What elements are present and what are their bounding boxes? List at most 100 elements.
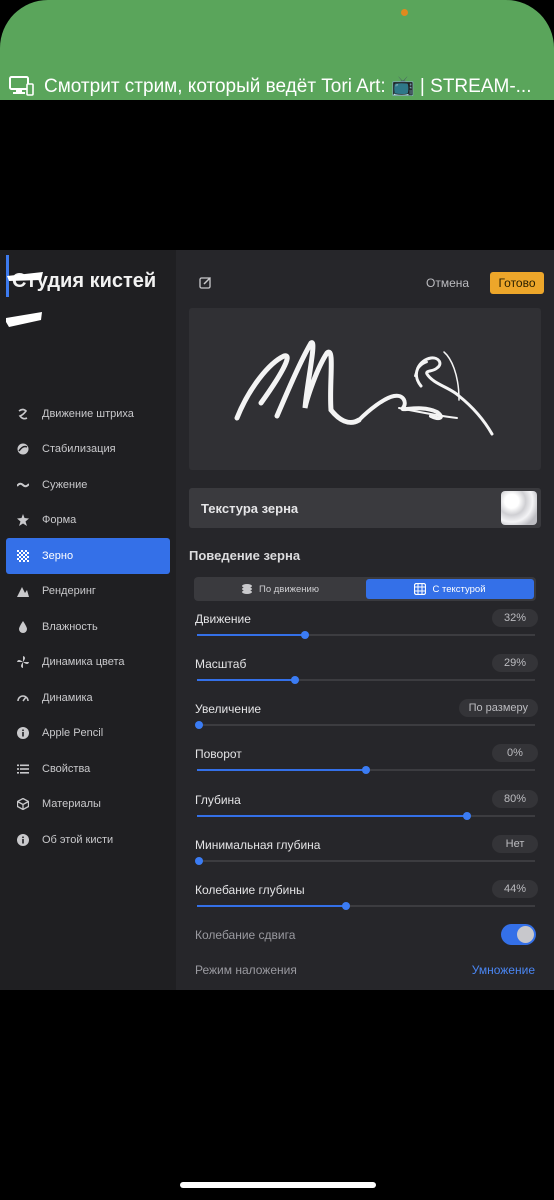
sidebar-item-label: Динамика bbox=[42, 691, 93, 704]
sidebar-item-label: Зерно bbox=[42, 549, 74, 562]
screen-share-icon bbox=[9, 76, 34, 96]
blend-mode-label: Режим наложения bbox=[195, 963, 297, 977]
param-value[interactable]: 44% bbox=[492, 880, 538, 898]
grain-texture-label: Текстура зерна bbox=[201, 501, 299, 516]
sidebar-item-label: Стабилизация bbox=[42, 443, 116, 456]
toggle-knob bbox=[517, 926, 534, 943]
param-label: Движение bbox=[195, 612, 251, 626]
segment-textured-label: С текстурой bbox=[432, 583, 486, 595]
done-button[interactable]: Готово bbox=[490, 272, 544, 294]
sidebar-item-stroke-path[interactable]: Движение штриха bbox=[6, 396, 170, 432]
segment-textured[interactable]: С текстурой bbox=[366, 579, 534, 599]
sidebar-item-label: Рендеринг bbox=[42, 585, 96, 598]
white-scribble bbox=[6, 312, 42, 327]
param-slider-knob[interactable] bbox=[301, 631, 310, 639]
home-indicator[interactable] bbox=[180, 1182, 376, 1188]
param-slider-track[interactable] bbox=[195, 721, 535, 729]
sidebar-item-apple-pencil[interactable]: Apple Pencil bbox=[6, 716, 170, 752]
white-scribble bbox=[7, 272, 43, 281]
param-value[interactable]: 29% bbox=[492, 654, 538, 672]
blend-mode-value[interactable]: Умножение bbox=[472, 963, 535, 977]
param-value[interactable]: По размеру bbox=[458, 699, 538, 717]
taper-icon bbox=[17, 482, 29, 488]
param-label: Глубина bbox=[195, 793, 241, 807]
sidebar-item-shape[interactable]: Форма bbox=[6, 503, 170, 539]
param-slider-fill bbox=[197, 905, 346, 907]
sidebar-item-properties[interactable]: Свойства bbox=[6, 751, 170, 787]
param-slider-track[interactable] bbox=[197, 766, 535, 774]
sidebar-item-taper[interactable]: Сужение bbox=[6, 467, 170, 503]
param-label: Колебание глубины bbox=[195, 883, 305, 897]
param-slider-track[interactable] bbox=[197, 631, 535, 639]
param-slider-knob[interactable] bbox=[341, 902, 350, 910]
shape-icon bbox=[17, 514, 29, 527]
sidebar-item-label: Динамика цвета bbox=[42, 656, 125, 669]
stroke-preview-drawing bbox=[234, 340, 494, 436]
param-label: Увеличение bbox=[195, 702, 262, 716]
sidebar-item-label: Материалы bbox=[42, 798, 101, 811]
sidebar-item-label: Влажность bbox=[42, 620, 98, 633]
param-slider-fill bbox=[197, 679, 296, 681]
param-slider-knob[interactable] bbox=[463, 812, 472, 820]
param-slider-fill bbox=[197, 815, 468, 817]
sidebar: Студия кистей Движение штриха Стабилизац… bbox=[0, 250, 176, 990]
sidebar-item-label: Apple Pencil bbox=[42, 727, 104, 740]
param-label: Минимальная глубина bbox=[195, 838, 321, 852]
param-value[interactable]: 32% bbox=[492, 609, 538, 627]
cube-icon bbox=[17, 798, 29, 811]
segment-moving-label: По движению bbox=[259, 583, 319, 595]
param-slider-fill bbox=[197, 769, 366, 771]
sidebar-item-stabilization[interactable]: Стабилизация bbox=[6, 432, 170, 468]
sidebar-item-label: Свойства bbox=[42, 762, 91, 775]
param-slider-track[interactable] bbox=[195, 857, 535, 865]
param-slider-track[interactable] bbox=[197, 902, 535, 910]
param-slider-track[interactable] bbox=[197, 812, 535, 820]
sidebar-item-grain[interactable]: Зерно bbox=[6, 538, 170, 574]
sidebar-item-rendering[interactable]: Рендеринг bbox=[6, 574, 170, 610]
sidebar-item-color-dynamics[interactable]: Динамика цвета bbox=[6, 645, 170, 681]
camera-indicator bbox=[401, 9, 408, 16]
grain-texture-thumbnail[interactable] bbox=[501, 491, 537, 525]
sidebar-item-label: Сужение bbox=[42, 478, 88, 491]
sidebar-item-about-brush[interactable]: Об этой кисти bbox=[6, 822, 170, 858]
info-icon bbox=[17, 833, 29, 846]
param-slider-knob[interactable] bbox=[362, 766, 370, 774]
grid-icon bbox=[414, 583, 427, 595]
param-slider-knob[interactable] bbox=[291, 676, 300, 684]
sidebar-item-label: Форма bbox=[42, 514, 77, 527]
param-label: Поворот bbox=[195, 747, 242, 761]
list-icon bbox=[17, 764, 29, 774]
stack-icon bbox=[242, 584, 253, 594]
stream-banner-row: Смотрит стрим, который ведёт Tori Art: 📺… bbox=[8, 72, 554, 100]
sidebar-item-wet-mix[interactable]: Влажность bbox=[6, 609, 170, 645]
sidebar-item-label: Об этой кисти bbox=[42, 833, 114, 846]
brush-studio-screen: Студия кистей Движение штриха Стабилизац… bbox=[0, 250, 554, 990]
sidebar-item-materials[interactable]: Материалы bbox=[6, 787, 170, 823]
edit-icon[interactable] bbox=[199, 276, 212, 289]
stream-banner[interactable]: Смотрит стрим, который ведёт Tori Art: 📺… bbox=[0, 0, 554, 100]
param-slider-knob[interactable] bbox=[195, 721, 203, 729]
offset-jitter-toggle[interactable] bbox=[501, 924, 536, 945]
param-label: Масштаб bbox=[195, 657, 247, 671]
cancel-button[interactable]: Отмена bbox=[426, 276, 469, 290]
sidebar-item-dynamics[interactable]: Динамика bbox=[6, 680, 170, 716]
dynamics-icon bbox=[17, 695, 29, 702]
wet-mix-icon bbox=[19, 620, 27, 633]
param-value[interactable]: 80% bbox=[492, 790, 538, 808]
offset-jitter-label: Колебание сдвига bbox=[195, 928, 296, 942]
stroke-preview-pad[interactable] bbox=[189, 308, 541, 470]
param-slider-knob[interactable] bbox=[195, 857, 203, 865]
stroke-path-icon bbox=[18, 408, 28, 420]
grain-mode-segmented-control: По движению С текстурой bbox=[194, 577, 536, 601]
grain-texture-row[interactable]: Текстура зерна bbox=[189, 488, 541, 528]
stabilization-icon bbox=[17, 443, 29, 455]
param-slider-track[interactable] bbox=[197, 676, 535, 684]
info-icon bbox=[17, 727, 29, 740]
sidebar-item-label: Движение штриха bbox=[42, 407, 134, 420]
segment-moving[interactable]: По движению bbox=[196, 579, 364, 599]
grain-icon bbox=[17, 549, 29, 562]
rendering-icon bbox=[17, 587, 29, 598]
param-value[interactable]: 0% bbox=[492, 744, 538, 762]
param-slider-fill bbox=[197, 634, 306, 636]
param-value[interactable]: Нет bbox=[492, 835, 538, 853]
